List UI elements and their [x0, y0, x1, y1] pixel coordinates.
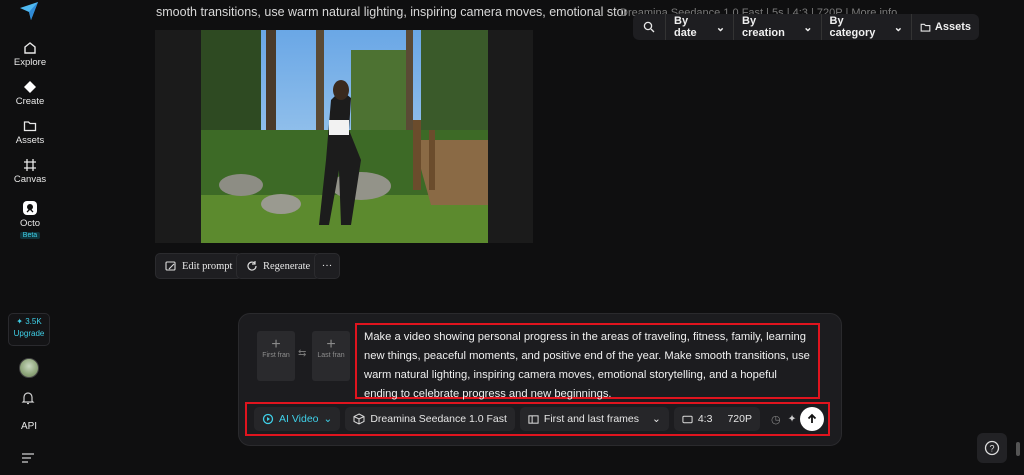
scrollbar[interactable] [1016, 442, 1020, 456]
chevron-down-icon: ⌄ [323, 413, 333, 425]
search-icon [643, 21, 655, 33]
assets-button[interactable]: Assets [910, 14, 979, 40]
swap-icon[interactable]: ⇆ [298, 348, 306, 359]
home-icon [24, 42, 36, 54]
regenerate-label: Regenerate [263, 260, 311, 272]
chevron-down-icon: ⌄ [803, 21, 813, 34]
first-frame-upload[interactable]: + First fran [257, 331, 295, 381]
edit-prompt-button[interactable]: Edit prompt [155, 253, 243, 279]
ratio-label: 4:3 [697, 413, 713, 425]
chevron-down-icon: ⌄ [652, 413, 661, 425]
refresh-icon [247, 261, 257, 271]
ratio-resolution-dropdown[interactable]: 4:3 720P [673, 407, 760, 431]
octo-icon [23, 201, 37, 215]
send-button[interactable] [800, 407, 824, 431]
folder-icon [920, 23, 931, 32]
by-category-dropdown[interactable]: By category ⌄ [820, 14, 911, 40]
by-date-dropdown[interactable]: By date ⌄ [665, 14, 733, 40]
sidebar-item-label: Explore [13, 57, 47, 68]
last-frame-label: Last fran [317, 352, 345, 359]
sidebar-item-label: Create [15, 96, 45, 107]
frames-mode-dropdown[interactable]: First and last frames ⌄ [519, 407, 669, 431]
last-frame-upload[interactable]: + Last fran [312, 331, 350, 381]
upgrade-button[interactable]: ✦ 3.5K Upgrade [8, 313, 50, 346]
grid-icon [24, 159, 36, 171]
api-link[interactable]: API [0, 421, 58, 432]
assets-label: Assets [934, 21, 971, 33]
menu-icon[interactable] [21, 452, 35, 464]
bell-icon[interactable] [20, 390, 36, 406]
edit-icon [165, 261, 176, 271]
sidebar-item-assets[interactable]: Assets [0, 119, 60, 146]
model-label: Dreamina Seedance 1.0 Fast [370, 413, 507, 425]
upgrade-label: Upgrade [13, 329, 45, 338]
sidebar-item-label: Canvas [13, 174, 47, 185]
more-button[interactable]: ··· [314, 253, 340, 279]
folder-icon [23, 121, 37, 132]
diamond-icon [24, 81, 36, 93]
by-creation-dropdown[interactable]: By creation ⌄ [733, 14, 820, 40]
by-creation-label: By creation [742, 15, 785, 39]
sidebar-item-label: Octo [19, 218, 41, 229]
resolution-label: 720P [727, 413, 752, 425]
regenerate-button[interactable]: Regenerate [236, 253, 321, 279]
sidebar-item-label: Assets [15, 135, 45, 146]
model-dropdown[interactable]: Dreamina Seedance 1.0 Fast [345, 407, 515, 431]
frames-mode-label: First and last frames [543, 413, 640, 425]
plus-icon: + [326, 336, 336, 353]
generated-image[interactable] [201, 30, 488, 243]
prompt-preview: smooth transitions, use warm natural lig… [156, 5, 626, 19]
mode-label: AI Video [279, 413, 319, 425]
mode-dropdown[interactable]: AI Video ⌄ [254, 407, 341, 431]
sidebar-item-explore[interactable]: Explore [0, 41, 60, 68]
by-date-label: By date [674, 15, 697, 39]
arrow-up-icon [807, 413, 817, 423]
prompt-input[interactable]: Make a video showing personal progress i… [355, 323, 820, 400]
beta-badge: Beta [19, 232, 41, 239]
chevron-down-icon: ⌄ [893, 21, 903, 34]
sidebar-item-create[interactable]: Create [0, 80, 60, 107]
prompt-composer: + First fran ⇆ + Last fran Make a video … [238, 313, 842, 446]
result-card [155, 30, 533, 243]
more-icon: ··· [321, 260, 333, 272]
help-button[interactable]: ? [977, 433, 1007, 463]
ai-video-icon [262, 413, 274, 425]
avatar[interactable] [19, 358, 39, 378]
app-logo-icon[interactable] [18, 0, 40, 22]
frames-icon [528, 414, 539, 424]
sidebar: Explore Create Assets Canvas Octo Beta ✦… [0, 0, 60, 475]
by-category-label: By category [829, 15, 876, 39]
search-button[interactable] [633, 14, 665, 40]
help-icon: ? [984, 440, 1000, 456]
sidebar-item-canvas[interactable]: Canvas [0, 158, 60, 185]
sparkle-icon: ✦ [16, 317, 23, 326]
aspect-ratio-icon [682, 415, 693, 423]
chevron-down-icon: ⌄ [715, 21, 726, 34]
filter-toolbar: By date ⌄ By creation ⌄ By category ⌄ As… [633, 14, 979, 40]
generation-settings-bar: AI Video ⌄ Dreamina Seedance 1.0 Fast Fi… [245, 402, 830, 436]
edit-prompt-label: Edit prompt [182, 260, 233, 272]
clock-icon[interactable]: ◷ [771, 413, 781, 426]
cube-icon [353, 413, 365, 425]
sparkle-icon: ✦ [787, 413, 797, 425]
sidebar-item-octo[interactable]: Octo Beta [0, 200, 60, 240]
credits-count: 3.5K [25, 317, 42, 326]
first-frame-label: First fran [262, 352, 290, 359]
plus-icon: + [271, 336, 281, 353]
svg-text:?: ? [989, 444, 994, 454]
